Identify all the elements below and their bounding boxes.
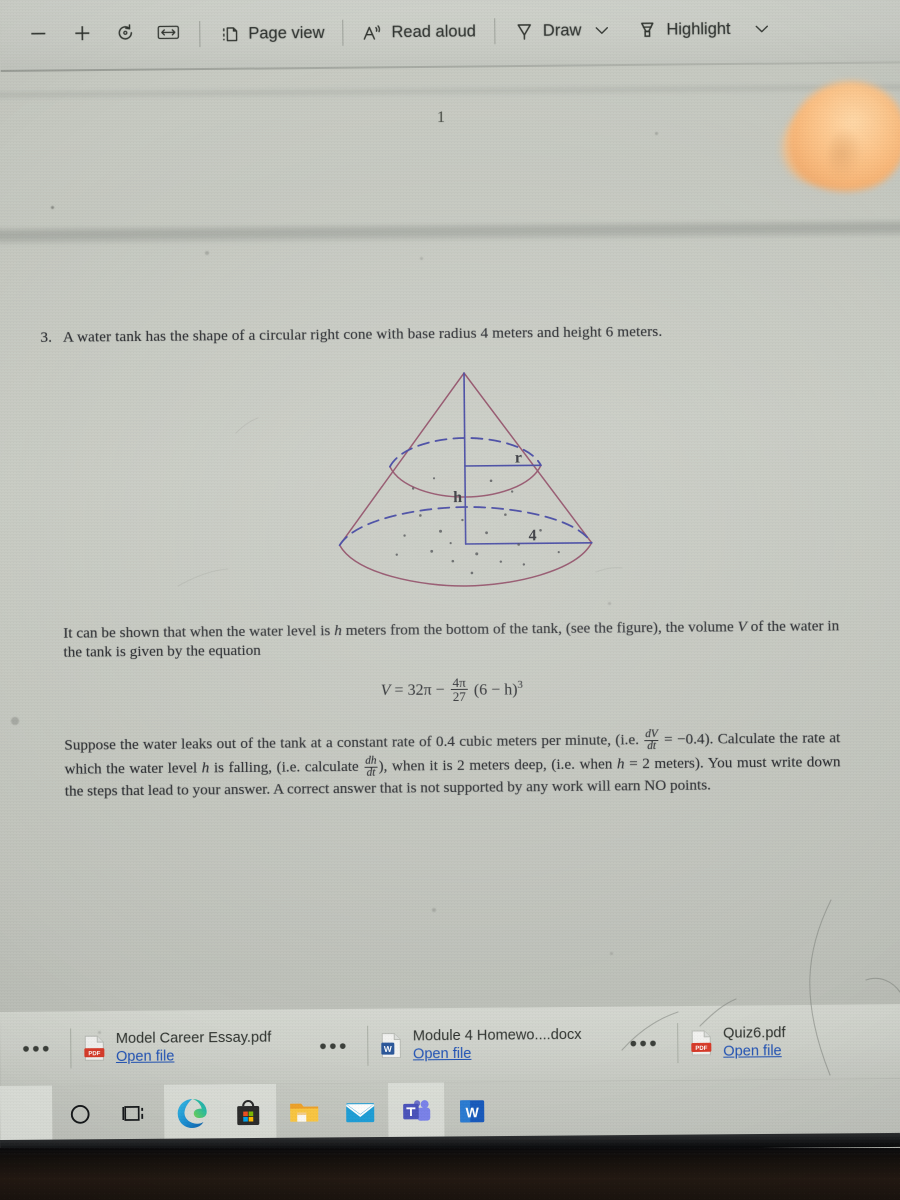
dh-dt-fraction: dh dt	[364, 754, 378, 779]
dust-speck	[11, 717, 19, 725]
downloads-bar: ••• PDF Model Career Essay.pdf Open file…	[0, 1004, 900, 1086]
download-menu-0[interactable]: •••	[8, 1037, 66, 1060]
eq-equals: =	[394, 682, 404, 700]
svg-text:r: r	[515, 449, 522, 466]
eq-fraction: 4π 27	[450, 675, 468, 705]
task-view-icon	[122, 1101, 150, 1130]
download-item-2[interactable]: PDF Quiz6.pdf Open file	[682, 1025, 794, 1060]
download-menu-1[interactable]: •••	[305, 1034, 363, 1057]
dust-speck	[610, 952, 613, 955]
p2-var-h: h	[201, 759, 210, 777]
svg-text:h: h	[453, 489, 462, 506]
download-text-2: Quiz6.pdf Open file	[723, 1025, 786, 1060]
dust-speck	[420, 257, 423, 260]
eq-frac-numerator: 4π	[450, 675, 468, 691]
download-open-file-0[interactable]: Open file	[116, 1048, 272, 1065]
download-open-file-1[interactable]: Open file	[413, 1045, 582, 1063]
word-file-icon: W	[380, 1032, 402, 1059]
cone-figure: r h 4	[299, 353, 631, 596]
p2-text-d: ), when it is 2 meters deep, (i.e. when	[378, 755, 618, 775]
download-item-1[interactable]: W Module 4 Homewo....docx Open file	[372, 1027, 590, 1063]
download-divider-2	[677, 1023, 679, 1064]
eq-minus: −	[435, 681, 445, 699]
desk-surface	[0, 1148, 900, 1200]
download-text-1: Module 4 Homewo....docx Open file	[413, 1027, 582, 1062]
eq-lhs: V	[380, 682, 391, 700]
dv-dt-fraction: dV dt	[644, 728, 659, 753]
eq-factor: (6 − h)	[473, 680, 518, 699]
dh-num: dh	[365, 754, 377, 767]
p1-var-h: h	[334, 622, 342, 640]
svg-text:W: W	[383, 1044, 391, 1054]
question-line: 3. A water tank has the shape of a circu…	[40, 321, 860, 347]
page-number: 1	[437, 109, 445, 126]
download-text-0: Model Career Essay.pdf Open file	[116, 1030, 272, 1065]
dust-speck	[51, 206, 54, 209]
dh-den: dt	[366, 766, 376, 779]
paragraph-leak-question: Suppose the water leaks out of the tank …	[64, 727, 841, 800]
download-filename-0: Model Career Essay.pdf	[115, 1029, 272, 1047]
edge-icon	[175, 1096, 209, 1135]
dv-num: dV	[645, 728, 658, 741]
download-open-file-2[interactable]: Open file	[723, 1043, 786, 1060]
pdf-file-icon: PDF	[83, 1035, 105, 1061]
volume-equation: V = 32π − 4π 27 (6 − h)3	[2, 672, 900, 708]
download-menu-2[interactable]: •••	[616, 1032, 674, 1055]
svg-text:PDF: PDF	[88, 1051, 100, 1057]
search-icon	[67, 1101, 93, 1132]
paragraph-volume-definition: It can be shown that when the water leve…	[63, 616, 839, 661]
svg-text:W: W	[466, 1104, 480, 1120]
p1-var-v: V	[737, 618, 747, 636]
p1-text-b: meters from the bottom of the tank, (see…	[341, 618, 738, 640]
dust-speck	[608, 602, 611, 605]
p2-text-a: Suppose the water leaks out of the tank …	[64, 731, 644, 754]
svg-text:4: 4	[529, 527, 537, 544]
dust-speck	[205, 251, 209, 255]
question-number: 3.	[40, 328, 53, 346]
pdf-file-icon: PDF	[690, 1030, 712, 1056]
download-item-0[interactable]: PDF Model Career Essay.pdf Open file	[75, 1030, 280, 1066]
start-button[interactable]	[0, 1085, 53, 1148]
dust-speck	[98, 1031, 101, 1034]
download-divider-1	[366, 1025, 369, 1066]
download-filename-2: Quiz6.pdf	[723, 1025, 786, 1042]
teams-icon	[400, 1097, 432, 1130]
mail-icon	[344, 1099, 376, 1130]
p1-text-a: It can be shown that when the water leve…	[63, 622, 335, 642]
file-explorer-icon	[288, 1099, 320, 1130]
eq-factor-group: (6 − h)3	[473, 678, 523, 699]
p2-text-c: is falling, (i.e. calculate	[209, 757, 364, 777]
question-text: A water tank has the shape of a circular…	[62, 322, 663, 346]
dust-speck	[655, 132, 658, 135]
svg-text:PDF: PDF	[695, 1046, 707, 1052]
eq-frac-denominator: 27	[452, 689, 466, 705]
dv-den: dt	[647, 740, 657, 753]
photo-of-laptop-screen: Page view Read aloud Draw Highlight 1 3.…	[0, 0, 900, 1200]
download-divider-0	[69, 1028, 72, 1069]
eq-exponent: 3	[517, 678, 523, 691]
word-icon: W	[457, 1097, 487, 1130]
p2-var-h2: h	[616, 755, 625, 773]
microsoft-store-icon	[233, 1097, 263, 1132]
dust-speck	[432, 908, 436, 912]
download-filename-1: Module 4 Homewo....docx	[412, 1026, 582, 1045]
eq-term1: 32π	[407, 681, 432, 699]
